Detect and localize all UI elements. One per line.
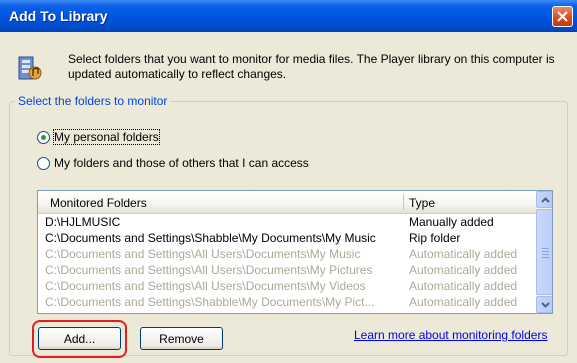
radio-personal-folders[interactable]: My personal folders xyxy=(37,129,160,145)
chevron-down-icon xyxy=(541,302,550,308)
column-header-folders[interactable]: Monitored Folders xyxy=(50,196,147,210)
folder-type: Automatically added xyxy=(409,263,518,277)
table-row[interactable]: D:\HJLMUSIC Manually added xyxy=(38,215,536,230)
close-button[interactable] xyxy=(552,6,573,27)
folder-path: C:\Documents and Settings\Shabble\My Doc… xyxy=(45,295,375,309)
remove-button[interactable]: Remove xyxy=(140,327,223,350)
table-row[interactable]: C:\Documents and Settings\Shabble\My Doc… xyxy=(38,295,536,310)
add-button[interactable]: Add... xyxy=(38,327,121,350)
list-header: Monitored Folders Type xyxy=(38,191,536,214)
table-row[interactable]: C:\Documents and Settings\All Users\Docu… xyxy=(38,247,536,262)
radio-label: My personal folders xyxy=(53,129,160,145)
monitored-folders-list[interactable]: Monitored Folders Type D:\HJLMUSIC Manua… xyxy=(37,190,553,314)
table-row[interactable]: C:\Documents and Settings\All Users\Docu… xyxy=(38,263,536,278)
scroll-up-button[interactable] xyxy=(536,191,552,208)
close-icon xyxy=(557,11,568,22)
learn-more-link[interactable]: Learn more about monitoring folders xyxy=(354,328,547,342)
chevron-up-icon xyxy=(541,197,550,203)
folder-path: C:\Documents and Settings\Shabble\My Doc… xyxy=(45,231,376,245)
folder-type: Rip folder xyxy=(409,231,461,245)
folder-type: Automatically added xyxy=(409,295,518,309)
radio-button[interactable] xyxy=(37,156,50,170)
media-library-icon xyxy=(18,56,42,80)
table-row[interactable]: C:\Documents and Settings\All Users\Docu… xyxy=(38,279,536,294)
folder-type: Automatically added xyxy=(409,247,518,261)
folder-path: C:\Documents and Settings\All Users\Docu… xyxy=(45,247,361,261)
add-to-library-dialog: Add To Library Select folders that you w… xyxy=(0,0,577,363)
table-row[interactable]: C:\Documents and Settings\Shabble\My Doc… xyxy=(38,231,536,246)
intro-description: Select folders that you want to monitor … xyxy=(68,52,555,81)
folder-type: Automatically added xyxy=(409,279,518,293)
folder-path: D:\HJLMUSIC xyxy=(45,215,121,229)
column-divider[interactable] xyxy=(403,194,404,210)
group-legend: Select the folders to monitor xyxy=(15,94,171,108)
radio-button[interactable] xyxy=(37,130,50,144)
scrollbar-thumb[interactable] xyxy=(536,209,552,295)
folder-type: Manually added xyxy=(409,215,494,229)
radio-label: My folders and those of others that I ca… xyxy=(54,156,309,170)
folder-path: C:\Documents and Settings\All Users\Docu… xyxy=(45,279,366,293)
vertical-scrollbar[interactable] xyxy=(536,191,552,313)
scroll-down-button[interactable] xyxy=(536,296,552,313)
radio-all-folders[interactable]: My folders and those of others that I ca… xyxy=(37,155,309,171)
window-title: Add To Library xyxy=(9,8,108,24)
title-bar[interactable]: Add To Library xyxy=(0,0,577,32)
column-header-type[interactable]: Type xyxy=(409,196,435,210)
folder-path: C:\Documents and Settings\All Users\Docu… xyxy=(45,263,373,277)
